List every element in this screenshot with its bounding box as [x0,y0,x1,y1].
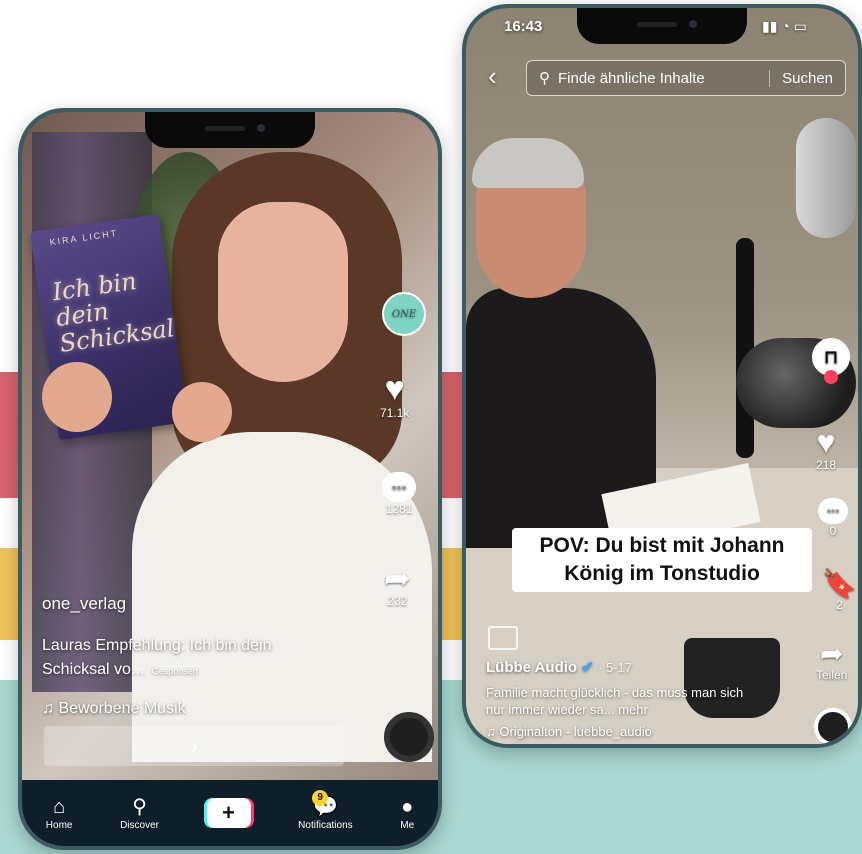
like-count: 218 [816,458,837,472]
like-button[interactable]: ♥ 218 [816,426,836,472]
caption-overlay-text: POV: Du bist mit Johann König im Tonstud… [512,528,812,592]
search-bar[interactable]: ⚲ Finde ähnliche Inhalte Suchen [526,60,846,96]
search-input[interactable]: Finde ähnliche Inhalte [558,70,769,87]
comment-button[interactable]: ••• 0 [818,498,848,538]
description[interactable]: Familie macht glücklich - das muss man s… [486,684,756,718]
profile-badge: ONE [382,292,426,336]
follow-icon[interactable] [824,370,838,384]
music-disc-icon[interactable] [814,708,852,744]
profile-avatar[interactable]: ⊓ [812,338,850,384]
heart-icon: ♥ [816,424,836,460]
heart-icon: ♥ [384,370,405,408]
username-text: Lübbe Audio [486,659,578,676]
username[interactable]: Lübbe Audio ✔ · 5-17 [486,658,632,676]
book-title: Ich bin dein Schicksal [50,266,177,358]
share-count: 232 [387,594,408,608]
comment-count: 0 [829,524,837,538]
subtitles-icon[interactable] [488,626,518,650]
bookmark-count: 2 [836,598,843,612]
search-icon: ⚲ [539,70,550,87]
left-phone: KIRA LICHT Ich bin dein Schicksal ONE ♥ … [18,108,442,850]
like-button[interactable]: ♥ 71.1k [380,372,409,420]
caption-overlay: POV: Du bist mit Johann König im Tonstud… [512,528,812,592]
book-author: KIRA LICHT [48,227,119,248]
comment-icon: ••• [382,472,416,502]
microphone [796,118,856,238]
person-face [218,202,348,382]
notification-badge: 9 [312,789,329,806]
music-label[interactable]: ♫ Originalton - luebbe_audio [486,724,652,739]
share-button[interactable]: ➦ Teilen [816,638,848,683]
nav-discover-label: Discover [120,819,159,831]
bookmark-icon: 🔖 [822,568,857,599]
like-count: 71.1k [380,406,410,420]
cta-bar[interactable]: › [44,726,344,766]
nav-home-label: Home [45,819,73,831]
person-icon: ● [401,795,414,818]
status-time: 16:43 [504,18,543,35]
home-icon: ⌂ [53,795,66,818]
music-label[interactable]: ♫ Beworbene Musik [42,700,186,718]
comment-button[interactable]: ••• 1281 [382,472,416,516]
comment-icon: ••• [818,498,848,524]
chevron-right-icon: › [190,733,198,758]
caption: Lauras Empfehlung: Ich bin dein Schicksa… [42,634,342,683]
share-label: Teilen [816,668,848,682]
status-icons: ▮▮ ◔ ▭ [762,18,807,34]
nav-me-label: Me [400,819,415,831]
right-phone: 16:43 ▮▮ ◔ ▭ ‹ ⚲ Finde ähnliche Inhalte … [462,4,862,748]
person-hair [472,138,584,188]
video-frame-right[interactable] [466,8,858,744]
nav-notifications-label: Notifications [298,819,353,831]
sponsored-badge: Gesponsert [148,665,202,677]
nav-notifications[interactable]: 💬 9 Notifications [298,789,353,831]
nav-home[interactable]: ⌂ Home [46,796,73,831]
plus-icon: + [206,798,251,828]
music-disc-icon[interactable] [384,712,434,762]
share-button[interactable]: ➦ 232 [384,562,411,608]
nav-me[interactable]: ● Me [400,796,414,831]
share-icon: ➦ [384,560,411,596]
back-arrow-icon[interactable]: ‹ [488,62,497,90]
search-button[interactable]: Suchen [769,69,845,87]
share-icon: ➦ [819,638,844,669]
post-date: · 5-17 [598,660,632,675]
verified-icon: ✔ [581,659,594,676]
phone-notch [145,112,315,148]
bottom-navigation: ⌂ Home ⚲ Discover + 💬 9 Notifications ● … [22,780,438,846]
username[interactable]: one_verlag [42,594,126,614]
hand-left [42,362,112,432]
comment-count: 1281 [385,502,413,516]
nav-discover[interactable]: ⚲ Discover [120,796,159,831]
hand-right [172,382,232,442]
bookmark-button[interactable]: 🔖 2 [822,568,857,613]
phone-notch [577,8,747,44]
nav-create[interactable]: + [206,798,251,828]
profile-avatar[interactable]: ONE [382,292,426,336]
search-icon: ⚲ [132,795,147,818]
